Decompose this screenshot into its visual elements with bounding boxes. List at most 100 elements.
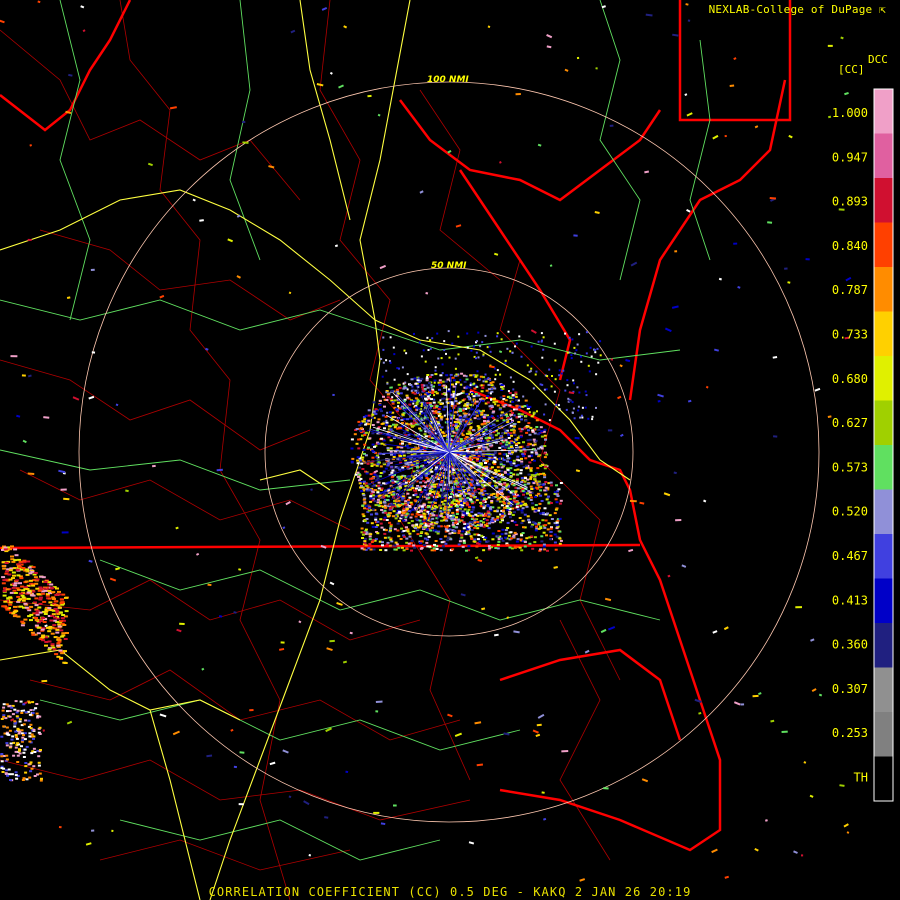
echo-pixel	[478, 480, 482, 483]
storm-band-pixel	[8, 704, 12, 707]
echo-pixel	[496, 332, 499, 335]
color-scale-segment	[874, 756, 893, 802]
echo-pixel	[391, 481, 395, 484]
scattered-return	[90, 268, 95, 271]
echo-pixel	[377, 504, 381, 507]
echo-pixel	[546, 528, 550, 531]
echo-pixel	[449, 373, 453, 376]
echo-pixel	[572, 407, 575, 410]
storm-band-pixel	[1, 771, 5, 773]
echo-pixel	[402, 530, 406, 532]
storm-band-pixel	[22, 703, 26, 706]
echo-pixel	[426, 374, 430, 376]
echo-pixel	[494, 476, 498, 478]
echo-pixel	[465, 378, 469, 381]
echo-pixel	[459, 416, 463, 419]
echo-pixel	[390, 476, 394, 479]
echo-pixel	[463, 500, 467, 503]
echo-pixel	[430, 384, 433, 387]
echo-pixel	[526, 482, 530, 485]
echo-pixel	[407, 522, 411, 524]
echo-pixel	[371, 525, 375, 528]
echo-pixel	[543, 548, 547, 551]
echo-pixel	[515, 399, 519, 402]
echo-pixel	[401, 495, 405, 498]
echo-pixel	[357, 438, 361, 441]
storm-band-pixel	[1, 582, 6, 585]
echo-pixel	[410, 503, 414, 506]
echo-pixel	[383, 405, 386, 408]
echo-pixel	[433, 379, 437, 382]
echo-pixel	[477, 426, 481, 429]
storm-band-pixel	[13, 584, 18, 587]
echo-pixel	[368, 535, 372, 538]
echo-pixel	[473, 533, 477, 536]
storm-band-pixel	[47, 607, 52, 610]
echo-pixel	[532, 459, 536, 462]
echo-pixel	[542, 531, 546, 534]
echo-pixel	[438, 388, 441, 391]
storm-band-pixel	[31, 701, 35, 704]
echo-pixel	[355, 442, 359, 445]
echo-pixel	[364, 544, 368, 547]
echo-pixel	[369, 495, 373, 498]
echo-pixel	[535, 426, 539, 428]
echo-pixel	[597, 361, 600, 364]
storm-band-pixel	[13, 708, 17, 711]
echo-pixel	[405, 394, 409, 397]
radar-map[interactable]: 100 NMI 50 NMI 1.0000.9470.8930.8400.787…	[0, 0, 900, 900]
echo-pixel	[382, 336, 385, 339]
echo-pixel	[393, 399, 397, 402]
echo-pixel	[520, 355, 523, 358]
echo-pixel	[566, 351, 569, 354]
echo-pixel	[412, 422, 416, 425]
echo-pixel	[540, 540, 544, 543]
echo-pixel	[527, 429, 530, 432]
echo-pixel	[499, 442, 503, 445]
echo-pixel	[426, 480, 430, 483]
echo-pixel	[356, 459, 360, 462]
echo-pixel	[541, 356, 544, 359]
echo-pixel	[539, 494, 543, 497]
echo-pixel	[545, 534, 548, 537]
echo-pixel	[417, 513, 421, 516]
echo-pixel	[439, 538, 443, 540]
echo-pixel	[358, 424, 362, 427]
echo-pixel	[516, 478, 519, 481]
echo-pixel	[454, 443, 458, 446]
echo-pixel	[367, 547, 371, 550]
echo-pixel	[405, 352, 408, 355]
echo-pixel	[461, 530, 465, 533]
storm-band-pixel	[8, 578, 13, 581]
storm-band-pixel	[13, 582, 18, 585]
storm-band-pixel	[24, 771, 28, 774]
echo-pixel	[441, 431, 445, 434]
echo-pixel	[369, 500, 373, 503]
echo-pixel	[363, 418, 367, 421]
storm-band-pixel	[37, 764, 41, 767]
storm-band-pixel	[37, 755, 41, 758]
echo-pixel	[507, 390, 510, 393]
echo-pixel	[410, 464, 414, 467]
echo-pixel	[360, 462, 364, 465]
storm-band-pixel	[20, 620, 25, 623]
echo-pixel	[520, 418, 523, 421]
echo-pixel	[537, 523, 541, 526]
echo-pixel	[408, 496, 412, 499]
echo-pixel	[558, 542, 562, 545]
echo-pixel	[523, 480, 527, 483]
echo-pixel	[422, 395, 426, 398]
echo-pixel	[461, 545, 465, 548]
echo-pixel	[388, 425, 392, 428]
echo-pixel	[472, 395, 476, 398]
storm-band-pixel	[12, 741, 16, 744]
echo-pixel	[490, 384, 494, 387]
storm-band-pixel	[51, 598, 56, 600]
echo-pixel	[479, 520, 483, 523]
echo-pixel	[527, 442, 531, 445]
echo-pixel	[496, 498, 500, 501]
echo-pixel	[457, 529, 461, 532]
echo-pixel	[432, 547, 436, 550]
echo-pixel	[482, 549, 486, 552]
echo-pixel	[483, 420, 486, 422]
